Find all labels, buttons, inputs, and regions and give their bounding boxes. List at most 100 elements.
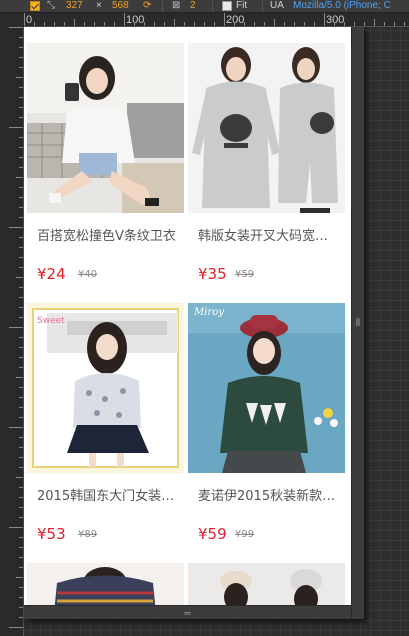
product-image[interactable] bbox=[188, 43, 345, 213]
ruler-tick bbox=[16, 577, 23, 578]
zoom-input[interactable]: 2 bbox=[190, 0, 196, 12]
ruler-tick bbox=[254, 22, 255, 26]
ruler-label: 0 bbox=[26, 14, 33, 26]
ruler-tick bbox=[19, 507, 23, 508]
ruler-tick bbox=[19, 397, 23, 398]
ruler-tick bbox=[19, 67, 23, 68]
ruler-tick bbox=[264, 22, 265, 26]
product-image[interactable] bbox=[27, 43, 184, 213]
ruler-tick bbox=[374, 19, 375, 26]
ruler-tick bbox=[404, 22, 405, 26]
zoom-icon: ⊠ bbox=[172, 0, 181, 11]
ruler-tick bbox=[19, 357, 23, 358]
ruler-tick bbox=[284, 22, 285, 26]
ruler-tick bbox=[19, 187, 23, 188]
product-original-price: ¥89 bbox=[78, 529, 98, 540]
ruler-tick bbox=[9, 127, 23, 128]
device-toolbar: ⤡ 327 × 568 ⟳ ⊠ 2 Fit UA Mozilla/5.0 (iP… bbox=[0, 0, 409, 13]
ruler-tick bbox=[16, 477, 23, 478]
viewport-resize-handle-bottom[interactable]: ═ bbox=[24, 605, 351, 619]
product-title[interactable]: 2015韩国东大门女装卫衣 bbox=[37, 485, 177, 504]
ruler-tick bbox=[124, 13, 125, 26]
product-card[interactable]: 韩版女装开叉大码宽松卫衣 ¥35 ¥59 bbox=[188, 43, 345, 291]
ruler-tick bbox=[394, 22, 395, 26]
product-card[interactable] bbox=[188, 563, 345, 605]
ruler-tick bbox=[19, 337, 23, 338]
ruler-tick bbox=[154, 22, 155, 26]
ruler-tick bbox=[9, 527, 23, 528]
product-image[interactable] bbox=[188, 563, 345, 605]
ruler-tick bbox=[19, 117, 23, 118]
fit-label: Fit bbox=[236, 0, 248, 11]
ruler-tick bbox=[174, 19, 175, 26]
ruler-tick bbox=[204, 22, 205, 26]
horizontal-ruler: 0 100 200 300 bbox=[24, 13, 409, 27]
ruler-tick bbox=[19, 537, 23, 538]
ruler-tick bbox=[19, 297, 23, 298]
ruler-tick bbox=[244, 22, 245, 26]
product-card[interactable] bbox=[27, 563, 184, 605]
ruler-tick bbox=[19, 497, 23, 498]
resize-icon[interactable]: ⤡ bbox=[47, 0, 55, 12]
ruler-tick bbox=[19, 567, 23, 568]
product-image[interactable] bbox=[27, 563, 184, 605]
ruler-tick bbox=[314, 22, 315, 26]
ruler-tick bbox=[74, 19, 75, 26]
ruler-tick bbox=[9, 27, 23, 28]
viewport-resize-handle-right[interactable]: ⦀ bbox=[351, 27, 364, 619]
height-input[interactable]: 568 bbox=[112, 0, 129, 12]
product-image[interactable]: Sweet bbox=[27, 303, 184, 473]
ruler-tick bbox=[19, 387, 23, 388]
ruler-tick bbox=[19, 207, 23, 208]
ruler-tick bbox=[19, 547, 23, 548]
rotate-icon[interactable]: ⟳ bbox=[143, 0, 151, 12]
ruler-tick bbox=[104, 22, 105, 26]
product-title[interactable]: 麦诺伊2015秋装新款卫衣 bbox=[198, 485, 338, 504]
ruler-tick bbox=[304, 22, 305, 26]
ruler-tick bbox=[54, 22, 55, 26]
ruler-corner bbox=[0, 13, 24, 27]
ruler-tick bbox=[19, 347, 23, 348]
ruler-tick bbox=[274, 19, 275, 26]
product-title[interactable]: 韩版女装开叉大码宽松卫衣 bbox=[198, 225, 338, 244]
ruler-tick bbox=[234, 22, 235, 26]
ruler-tick bbox=[19, 487, 23, 488]
ruler-tick bbox=[19, 587, 23, 588]
ruler-tick bbox=[94, 22, 95, 26]
ruler-tick bbox=[9, 427, 23, 428]
fit-checkbox[interactable] bbox=[222, 1, 232, 11]
vertical-ruler bbox=[0, 27, 24, 636]
product-image[interactable]: Miroy bbox=[188, 303, 345, 473]
ruler-tick bbox=[34, 22, 35, 26]
ruler-tick bbox=[134, 22, 135, 26]
product-original-price: ¥99 bbox=[235, 529, 255, 540]
ruler-tick bbox=[19, 237, 23, 238]
ruler-tick bbox=[19, 447, 23, 448]
product-card[interactable]: Miroy 麦诺伊2015秋装新款卫衣 ¥59 ¥99 bbox=[188, 303, 345, 551]
product-price: ¥24 bbox=[37, 265, 66, 283]
product-price: ¥53 bbox=[37, 525, 66, 543]
ruler-tick bbox=[19, 247, 23, 248]
ruler-tick bbox=[19, 417, 23, 418]
ruler-tick bbox=[19, 257, 23, 258]
ruler-tick bbox=[19, 307, 23, 308]
ruler-tick bbox=[334, 22, 335, 26]
user-agent-input[interactable]: Mozilla/5.0 (iPhone; C bbox=[293, 0, 391, 12]
product-original-price: ¥40 bbox=[78, 269, 98, 280]
ruler-tick bbox=[16, 77, 23, 78]
product-card[interactable]: Sweet 2015韩国东大门女装卫衣 ¥53 ¥89 bbox=[27, 303, 184, 551]
ruler-tick bbox=[19, 157, 23, 158]
width-input[interactable]: 327 bbox=[66, 0, 83, 12]
ruler-tick bbox=[19, 317, 23, 318]
product-card[interactable]: 百搭宽松撞色V条纹卫衣 ¥24 ¥40 bbox=[27, 43, 184, 291]
ruler-label: 300 bbox=[326, 14, 345, 26]
emulated-viewport: 百搭宽松撞色V条纹卫衣 ¥24 ¥40 韩版女装开叉大码宽松 ¥35 ¥59 S… bbox=[24, 27, 351, 605]
emulation-checkbox[interactable] bbox=[30, 1, 40, 11]
ruler-tick bbox=[224, 13, 225, 26]
ruler-tick bbox=[19, 287, 23, 288]
ruler-tick bbox=[144, 22, 145, 26]
product-title[interactable]: 百搭宽松撞色V条纹卫衣 bbox=[37, 225, 177, 244]
ruler-tick bbox=[324, 13, 325, 26]
sticker-badge-text: Sweet bbox=[37, 316, 65, 326]
ruler-tick bbox=[19, 607, 23, 608]
